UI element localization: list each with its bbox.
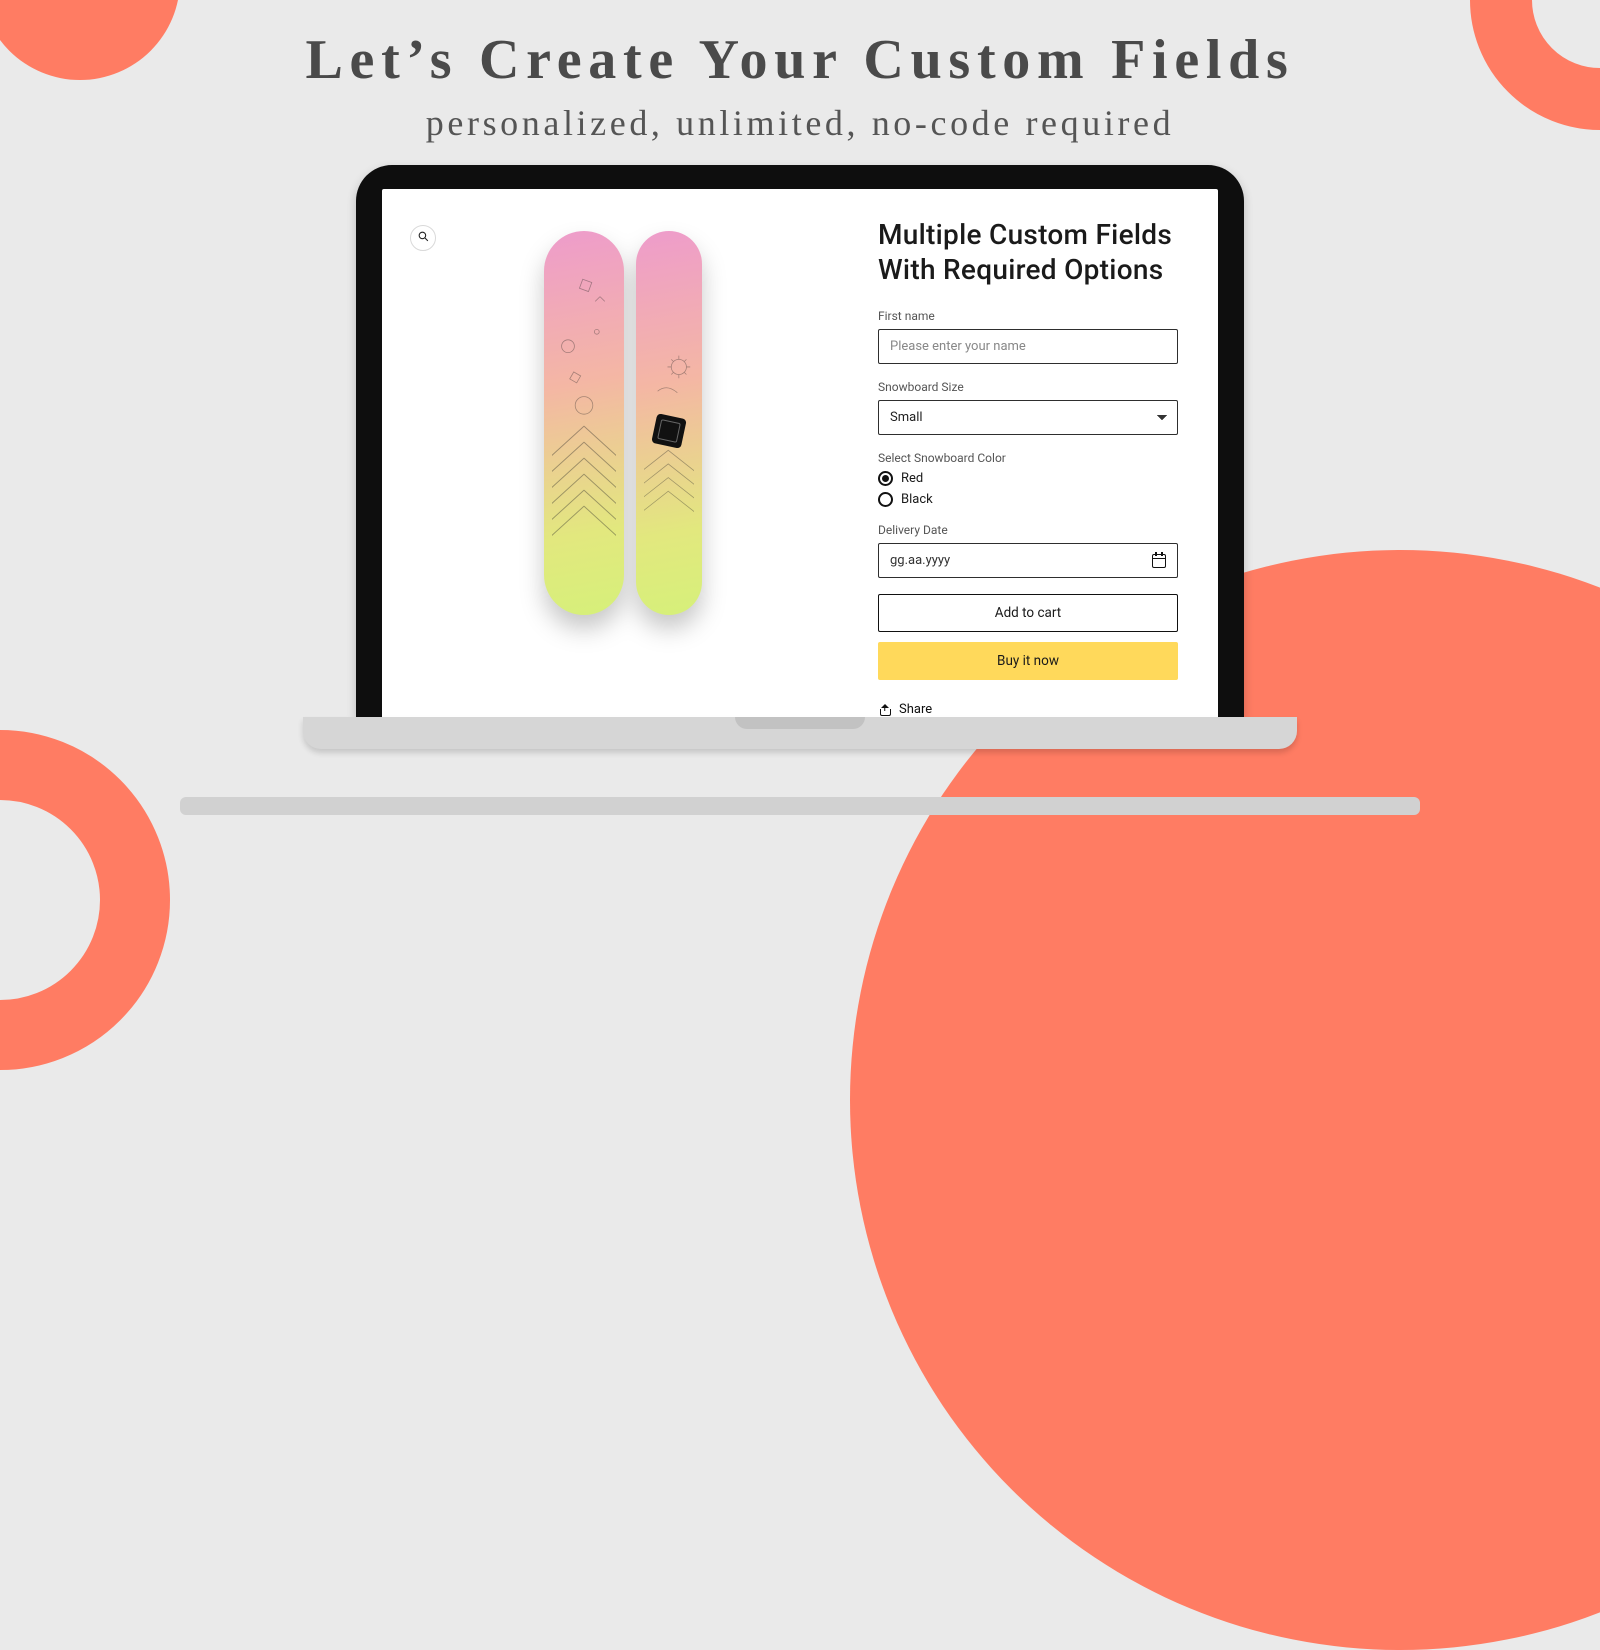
product-form: Multiple Custom Fields With Required Opt… bbox=[878, 217, 1178, 717]
product-title: Multiple Custom Fields With Required Opt… bbox=[878, 217, 1178, 287]
share-link[interactable]: Share bbox=[878, 702, 1178, 717]
color-option-label: Red bbox=[901, 471, 923, 486]
hero-subtitle: personalized, unlimited, no-code require… bbox=[0, 102, 1600, 144]
delivery-group: Delivery Date gg.aa.yyyy bbox=[878, 523, 1178, 578]
delivery-placeholder: gg.aa.yyyy bbox=[890, 553, 950, 568]
hero: Let’s Create Your Custom Fields personal… bbox=[0, 28, 1600, 144]
radio-unchecked-icon bbox=[878, 492, 893, 507]
share-icon bbox=[878, 703, 891, 716]
size-select[interactable]: Small bbox=[878, 400, 1178, 435]
color-option-black[interactable]: Black bbox=[878, 492, 1178, 507]
laptop-base bbox=[303, 717, 1297, 749]
laptop-bezel: Multiple Custom Fields With Required Opt… bbox=[356, 165, 1244, 717]
color-label: Select Snowboard Color bbox=[878, 451, 1178, 465]
size-group: Snowboard Size Small bbox=[878, 380, 1178, 435]
first-name-input[interactable] bbox=[878, 329, 1178, 364]
calendar-icon bbox=[1152, 554, 1166, 568]
radio-checked-icon bbox=[878, 471, 893, 486]
color-option-label: Black bbox=[901, 492, 933, 507]
product-image bbox=[544, 231, 702, 615]
hero-title: Let’s Create Your Custom Fields bbox=[0, 28, 1600, 92]
snowboard-front bbox=[544, 231, 624, 615]
buy-now-button[interactable]: Buy it now bbox=[878, 642, 1178, 680]
product-actions: Add to cart Buy it now bbox=[878, 594, 1178, 680]
product-media bbox=[402, 217, 844, 717]
size-label: Snowboard Size bbox=[878, 380, 1178, 394]
laptop-notch bbox=[735, 717, 865, 729]
delivery-label: Delivery Date bbox=[878, 523, 1178, 537]
delivery-date-input[interactable]: gg.aa.yyyy bbox=[878, 543, 1178, 578]
first-name-label: First name bbox=[878, 309, 1178, 323]
snowboard-back bbox=[636, 231, 702, 615]
search-icon bbox=[417, 230, 430, 247]
decoration-ring-bottom-left bbox=[0, 730, 170, 1070]
product-page: Multiple Custom Fields With Required Opt… bbox=[382, 189, 1218, 717]
laptop-mockup: Multiple Custom Fields With Required Opt… bbox=[356, 165, 1244, 749]
cube-icon bbox=[651, 413, 687, 449]
color-option-red[interactable]: Red bbox=[878, 471, 1178, 486]
add-to-cart-button[interactable]: Add to cart bbox=[878, 594, 1178, 632]
zoom-button[interactable] bbox=[410, 225, 436, 251]
laptop-shadow bbox=[180, 797, 1420, 815]
color-group: Select Snowboard Color Red Black bbox=[878, 451, 1178, 507]
first-name-group: First name bbox=[878, 309, 1178, 364]
share-label: Share bbox=[899, 702, 932, 717]
